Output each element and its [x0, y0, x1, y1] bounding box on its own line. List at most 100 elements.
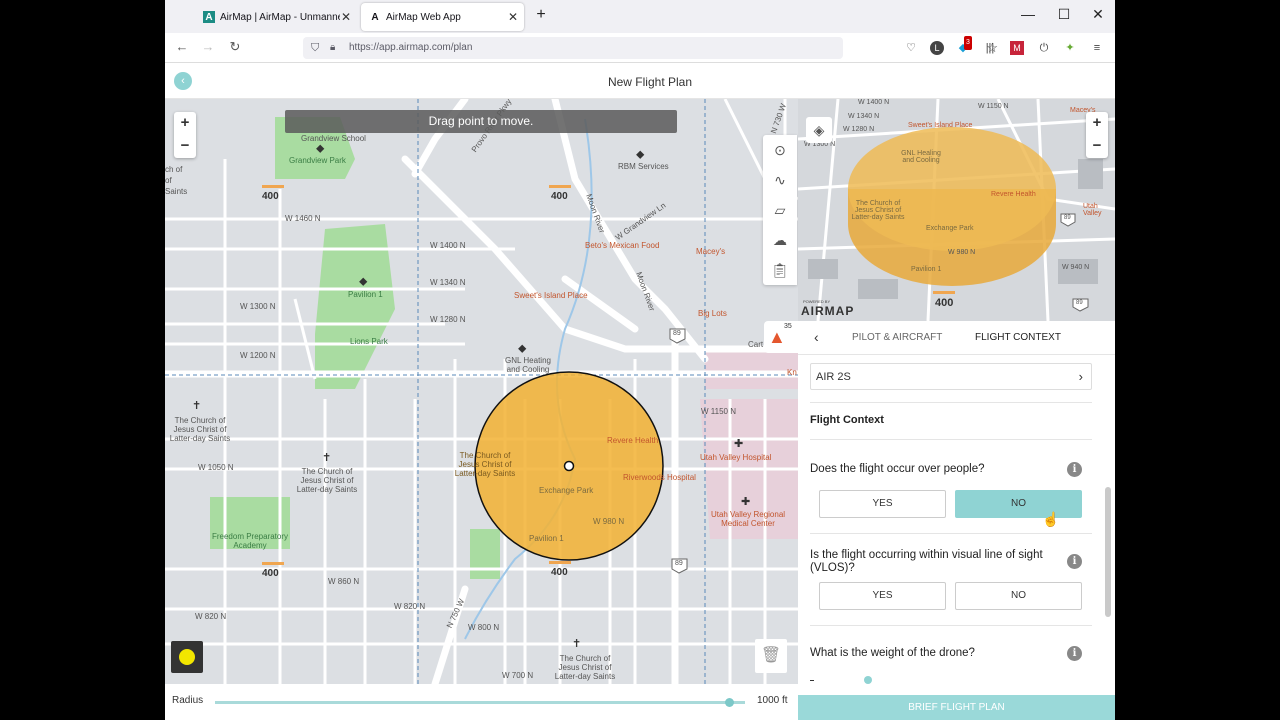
close-tab-icon[interactable]: ✕ [508, 10, 518, 24]
radius-slider-track[interactable] [215, 701, 745, 704]
extension-m-icon[interactable]: M [1010, 41, 1024, 55]
map-canvas [165, 99, 798, 684]
drag-tooltip: Drag point to move. [285, 110, 677, 133]
tab-pilot-aircraft[interactable]: PILOT & AIRCRAFT [852, 332, 942, 343]
back-icon[interactable]: ← [173, 39, 191, 54]
path-tool-icon[interactable]: ∿ [763, 165, 797, 195]
reload-icon[interactable]: ↻ [226, 39, 244, 55]
zoom-in-button[interactable]: + [1086, 112, 1108, 135]
extension-puzzle-icon[interactable]: ✦ [1063, 41, 1077, 55]
upload-icon[interactable]: ☁ [763, 225, 797, 255]
preview-label: The Church of Jesus Christ of Latter-day… [851, 200, 905, 221]
route-shield: 89 [1076, 300, 1083, 306]
close-tab-icon[interactable]: ✕ [341, 10, 351, 24]
url-bar[interactable]: ⛉ 🔒︎ https://app.airmap.com/plan ☆ [303, 37, 998, 59]
airmap-favicon-icon: A [371, 11, 379, 23]
zoom-out-button[interactable]: − [1086, 135, 1108, 158]
zoom-in-button[interactable]: + [174, 112, 196, 135]
new-tab-button[interactable]: + [531, 6, 551, 24]
preview-label: W 1150 N [978, 103, 1009, 110]
library-icon[interactable]: ||| [983, 41, 997, 55]
panel-tabs: ‹ PILOT & AIRCRAFT FLIGHT CONTEXT [798, 321, 1115, 355]
altitude-label: 400 [935, 297, 954, 309]
app-header: ‹ New Flight Plan [165, 63, 1115, 99]
tab-airmap-home[interactable]: A AirMap | AirMap - Unmanned t ✕ [195, 3, 357, 31]
info-icon[interactable]: i [1067, 646, 1082, 661]
radius-slider-thumb[interactable] [725, 698, 735, 707]
question-over-people: Does the flight occur over people? [810, 463, 985, 475]
section-title: Flight Context [810, 414, 884, 426]
minimize-button[interactable]: — [1018, 6, 1038, 22]
preview-label: Pavilion 1 [911, 266, 942, 273]
route-shield: 89 [1064, 215, 1071, 221]
alert-count: 35 [784, 323, 792, 330]
over-people-yes-button[interactable]: YES [819, 490, 946, 518]
extension-badge: 3 [964, 36, 972, 50]
airmap-logo: AIRMAP [801, 304, 855, 318]
info-icon[interactable]: i [1067, 462, 1082, 477]
zoom-out-button[interactable]: − [174, 135, 196, 158]
aircraft-name: AIR 2S [816, 371, 851, 383]
menu-icon[interactable]: ≡ [1090, 41, 1104, 55]
close-window-button[interactable]: ✕ [1088, 6, 1108, 23]
preview-zoom-control: + − [1086, 112, 1108, 158]
over-people-no-button[interactable]: NO [955, 490, 1082, 518]
polygon-tool-icon[interactable]: ▱ [763, 195, 797, 225]
draw-tools: ⊙ ∿ ▱ ☁ 📋︎ [763, 135, 797, 285]
3d-preview-map[interactable]: Sweet's Island Place GNL Healing and Coo… [798, 99, 1115, 321]
tab-flight-context[interactable]: FLIGHT CONTEXT [975, 332, 1061, 343]
chevron-left-icon[interactable]: ‹ [814, 329, 819, 345]
question-weight: What is the weight of the drone? [810, 647, 975, 659]
pocket-icon[interactable]: ♡ [904, 41, 918, 55]
radius-slider-bar: Radius 1000 ft [165, 684, 798, 720]
weight-slider-thumb[interactable] [864, 676, 872, 684]
vlos-yes-button[interactable]: YES [819, 582, 946, 610]
divider [810, 402, 1092, 403]
brief-flight-plan-button[interactable]: BRIEF FLIGHT PLAN [798, 695, 1115, 720]
page-title: New Flight Plan [607, 75, 693, 89]
color-picker-button[interactable] [171, 641, 203, 673]
advisory-alert-button[interactable]: ▲ 35 [764, 321, 798, 353]
browser-window: A AirMap | AirMap - Unmanned t ✕ A AirMa… [165, 0, 1115, 720]
preview-label: Revere Health [991, 191, 1036, 198]
question-vlos: Is the flight occurring within visual li… [810, 549, 1043, 574]
extension-l-icon[interactable]: L [930, 41, 944, 55]
trash-icon[interactable]: 🗑︎ [755, 639, 787, 673]
weight-slider-min [810, 680, 814, 681]
info-icon[interactable]: i [1067, 554, 1082, 569]
clipboard-icon[interactable]: 📋︎ [763, 255, 797, 285]
mouse-cursor-icon: ☝ [1042, 511, 1060, 527]
center-drag-point [563, 460, 575, 472]
lock-icon: 🔒︎ [330, 42, 336, 53]
divider [810, 533, 1092, 534]
point-tool-icon[interactable]: ⊙ [763, 135, 797, 165]
airmap-favicon-icon: A [203, 11, 215, 23]
preview-label: Utah Valley [1083, 203, 1102, 217]
chevron-right-icon: › [1078, 369, 1083, 384]
divider [810, 625, 1092, 626]
url-text: https://app.airmap.com/plan [349, 42, 473, 53]
preview-label: GNL Healing and Cooling [901, 150, 941, 164]
panel-scrollbar[interactable] [1105, 487, 1111, 617]
color-swatch [179, 649, 195, 665]
tab-airmap-webapp[interactable]: A AirMap Web App ✕ [361, 3, 524, 31]
aircraft-selector[interactable]: AIR 2S › [810, 363, 1092, 390]
preview-label: W 1340 N [848, 113, 880, 120]
forward-icon[interactable]: → [199, 39, 217, 54]
preview-label: W 940 N [1062, 264, 1090, 271]
maximize-button[interactable]: ☐ [1054, 6, 1074, 23]
layers-icon[interactable]: ◈ [806, 117, 832, 143]
power-icon[interactable]: ⏻ [1037, 41, 1051, 55]
shield-icon: ⛉ [311, 42, 320, 54]
preview-label: W 1280 N [843, 126, 875, 133]
vlos-no-button[interactable]: NO [955, 582, 1082, 610]
extension-icon[interactable]: ◆ 3 [956, 36, 972, 55]
nav-bar: ← → ↻ ⛉ 🔒︎ https://app.airmap.com/plan ☆… [165, 33, 1115, 63]
preview-label: Sweet's Island Place [908, 122, 973, 129]
flight-panel: Sweet's Island Place GNL Healing and Coo… [798, 99, 1115, 720]
map-view[interactable]: Grandview School Grandview Park ch of of… [165, 99, 798, 684]
map-zoom-control: + − [174, 112, 196, 158]
preview-label: Exchange Park [926, 225, 974, 232]
radius-value: 1000 ft [757, 695, 788, 706]
tab-label: AirMap Web App [386, 11, 461, 23]
